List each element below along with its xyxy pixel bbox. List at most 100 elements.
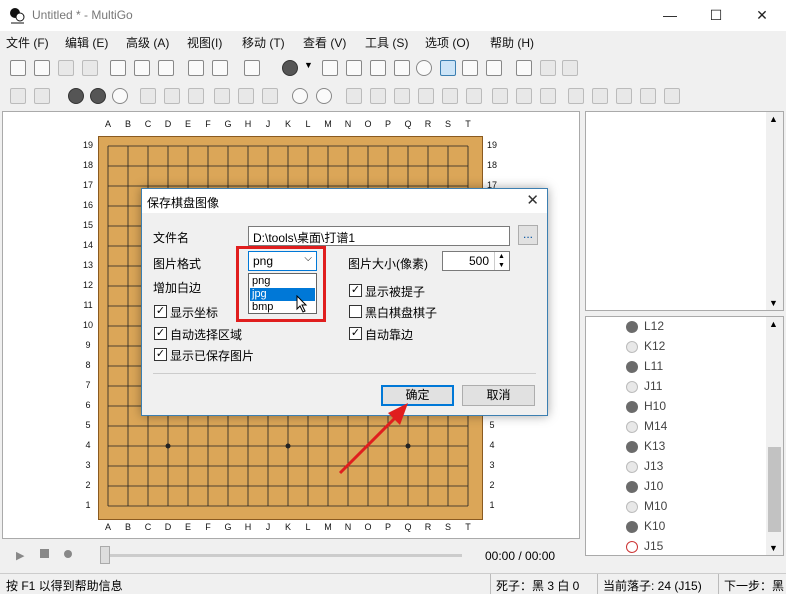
search-pattern-icon[interactable]: [568, 88, 584, 104]
tree-scroll-up-icon[interactable]: ▲: [769, 319, 778, 329]
move-list-item[interactable]: L12: [626, 317, 766, 337]
move-list-item[interactable]: J11: [626, 377, 766, 397]
column-view-icon[interactable]: [346, 60, 362, 76]
fast-back-icon[interactable]: [370, 88, 386, 104]
auto-align-checkbox[interactable]: ✓: [349, 327, 362, 340]
dropdown-arrow-icon[interactable]: ▼: [304, 60, 320, 76]
move-list-item[interactable]: J15: [626, 537, 766, 557]
branch-left-icon[interactable]: [516, 88, 532, 104]
copy-icon[interactable]: [188, 60, 204, 76]
step-back-icon[interactable]: [394, 88, 410, 104]
branch-up-icon[interactable]: [492, 88, 508, 104]
menu-tools[interactable]: 工具 (S): [365, 34, 408, 51]
go-end-icon[interactable]: [466, 88, 482, 104]
menu-advanced[interactable]: 高级 (A): [126, 34, 169, 51]
menu-inspect[interactable]: 查看 (V): [303, 34, 346, 51]
binoculars-icon[interactable]: [616, 88, 632, 104]
tree-scroll-down-icon[interactable]: ▼: [769, 543, 778, 553]
menu-view[interactable]: 视图(I): [187, 34, 222, 51]
move-list-item[interactable]: J10: [626, 477, 766, 497]
filename-input[interactable]: D:\tools\桌面\打谱1: [248, 226, 510, 246]
tree-scrollbar[interactable]: ▲ ▼: [766, 317, 783, 555]
close-window-button[interactable]: ✕: [739, 0, 785, 31]
print-icon[interactable]: [110, 60, 126, 76]
show-saved-image-checkbox[interactable]: ✓: [154, 348, 167, 361]
scroll-up-icon[interactable]: ▲: [769, 114, 778, 124]
tree-view-icon[interactable]: [440, 60, 456, 76]
step-forward-icon[interactable]: [418, 88, 434, 104]
move-list-item[interactable]: L11: [626, 357, 766, 377]
comment-scrollbar[interactable]: ▲ ▼: [766, 112, 783, 310]
first-variation-icon[interactable]: [292, 88, 308, 104]
tools-icon[interactable]: [516, 60, 532, 76]
grid-view-icon[interactable]: [370, 60, 386, 76]
menu-edit[interactable]: 编辑 (E): [65, 34, 108, 51]
row-label: 8: [85, 360, 91, 370]
binoculars-prev-icon[interactable]: [664, 88, 680, 104]
print-preview-icon[interactable]: [134, 60, 150, 76]
record-icon[interactable]: [64, 550, 72, 558]
search-next-icon[interactable]: [592, 88, 608, 104]
undo-icon[interactable]: [10, 88, 26, 104]
dialog-close-icon[interactable]: ✕: [526, 191, 539, 209]
browse-button[interactable]: ...: [518, 225, 538, 245]
hierarchy-icon[interactable]: [486, 60, 502, 76]
new-file-icon[interactable]: [10, 60, 26, 76]
move-tool-icon[interactable]: [238, 88, 254, 104]
redo-icon[interactable]: [34, 88, 50, 104]
size-spinner[interactable]: ▲ ▼: [494, 252, 508, 270]
blank-view-icon[interactable]: [394, 60, 410, 76]
menu-file[interactable]: 文件 (F): [6, 34, 49, 51]
tree-scroll-thumb[interactable]: [768, 447, 781, 532]
stop-icon[interactable]: [40, 549, 49, 558]
scroll-down-icon[interactable]: ▼: [769, 298, 778, 308]
move-list-item[interactable]: H10: [626, 397, 766, 417]
white-stone-tool-icon[interactable]: [112, 88, 128, 104]
play-icon[interactable]: ▶: [16, 549, 24, 562]
paste-icon[interactable]: [212, 60, 228, 76]
save-as-icon[interactable]: [82, 60, 98, 76]
help-icon[interactable]: [540, 60, 556, 76]
menu-help[interactable]: 帮助 (H): [490, 34, 534, 51]
hand-icon[interactable]: [214, 88, 230, 104]
seek-track[interactable]: [102, 554, 462, 557]
go-start-icon[interactable]: [346, 88, 362, 104]
move-list-item[interactable]: M10: [626, 497, 766, 517]
move-list-item[interactable]: K12: [626, 337, 766, 357]
last-variation-icon[interactable]: [316, 88, 332, 104]
delete-icon[interactable]: [262, 88, 278, 104]
fast-forward-icon[interactable]: [442, 88, 458, 104]
binoculars-next-icon[interactable]: [640, 88, 656, 104]
move-list-item[interactable]: J13: [626, 457, 766, 477]
move-list-item[interactable]: K10: [626, 517, 766, 537]
show-coordinates-checkbox[interactable]: ✓: [154, 305, 167, 318]
branch-view-icon[interactable]: [462, 60, 478, 76]
open-file-icon[interactable]: [34, 60, 50, 76]
branch-down-icon[interactable]: [540, 88, 556, 104]
move-number-icon[interactable]: [416, 60, 432, 76]
properties-icon[interactable]: [244, 60, 260, 76]
menu-move[interactable]: 移动 (T): [242, 34, 285, 51]
black-stone-tool-icon[interactable]: [90, 88, 106, 104]
move-tree-panel[interactable]: L12 K12 L11 J11 H10 M14 K13 J13 J10 M10 K10 J15 ▲ ▼: [585, 316, 784, 556]
seek-handle[interactable]: [100, 546, 110, 564]
board-view-icon[interactable]: [322, 60, 338, 76]
save-icon[interactable]: [58, 60, 74, 76]
markup-icon[interactable]: [140, 88, 156, 104]
cancel-button[interactable]: 取消: [462, 385, 535, 406]
menu-options[interactable]: 选项 (O): [425, 34, 470, 51]
show-captured-checkbox[interactable]: ✓: [349, 284, 362, 297]
comment-panel[interactable]: ▲ ▼: [585, 111, 784, 311]
edit-pen-icon[interactable]: [562, 60, 578, 76]
play-black-icon[interactable]: [68, 88, 84, 104]
move-list-item[interactable]: K13: [626, 437, 766, 457]
move-list-item[interactable]: M14: [626, 417, 766, 437]
markup-dropdown-icon[interactable]: [164, 88, 180, 104]
auto-select-area-checkbox[interactable]: ✓: [154, 327, 167, 340]
bw-board-checkbox[interactable]: [349, 305, 362, 318]
black-stone-icon[interactable]: [282, 60, 298, 76]
maximize-button[interactable]: ☐: [693, 0, 739, 31]
minimize-button[interactable]: —: [647, 0, 693, 31]
image-icon[interactable]: [158, 60, 174, 76]
erase-icon[interactable]: [188, 88, 204, 104]
